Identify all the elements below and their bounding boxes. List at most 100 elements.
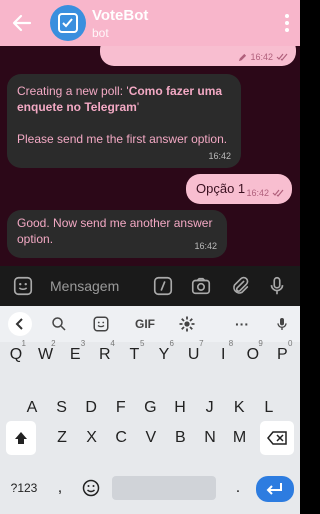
microphone-icon[interactable] [266, 275, 288, 297]
key-label: K [233, 399, 245, 416]
key-f[interactable]: F [107, 391, 135, 425]
emoji-sticker-icon[interactable] [92, 314, 110, 334]
space-bar[interactable] [112, 476, 216, 500]
message-time: 16:42 [246, 188, 269, 198]
double-check-icon [276, 53, 288, 61]
key-g[interactable]: G [136, 391, 164, 425]
key-t[interactable]: T5 [120, 338, 148, 372]
key-label: B [175, 429, 186, 446]
key-label: S [56, 399, 67, 416]
voice-input-icon[interactable] [274, 314, 290, 334]
key-label: D [85, 399, 97, 416]
key-label: A [26, 399, 38, 416]
key-label: F [115, 399, 126, 416]
key-d[interactable]: D [77, 391, 105, 425]
key-i[interactable]: I8 [209, 338, 237, 372]
key-u[interactable]: U7 [180, 338, 208, 372]
key-label: Q [9, 346, 23, 363]
gif-button[interactable]: GIF [132, 314, 158, 334]
shift-arrow-icon [15, 432, 27, 444]
key-e[interactable]: E3 [61, 338, 89, 372]
chat-subtitle: bot [92, 26, 109, 40]
key-label: C [115, 429, 127, 446]
key-r[interactable]: R4 [91, 338, 119, 372]
message-text: Good. Now send me another answer option. [17, 216, 213, 246]
smiley-icon [82, 479, 100, 497]
message-input-bar: Mensagem [0, 266, 300, 306]
period-key[interactable]: . [226, 471, 250, 505]
key-label: E [69, 346, 81, 363]
more-menu-icon[interactable] [284, 14, 290, 32]
key-q[interactable]: Q1 [2, 338, 30, 372]
key-hint: 4 [110, 339, 115, 348]
key-a[interactable]: A [18, 391, 46, 425]
key-label: H [174, 399, 186, 416]
chat-header: VoteBot bot [0, 0, 300, 46]
message-input[interactable]: Mensagem [50, 278, 119, 294]
backspace-key[interactable] [260, 421, 294, 455]
camera-icon[interactable] [190, 275, 212, 297]
key-x[interactable]: X [78, 421, 106, 455]
avatar[interactable] [50, 5, 86, 41]
key-label: G [144, 399, 157, 416]
enter-arrow-icon [266, 483, 282, 495]
keyboard-collapse-button[interactable] [8, 312, 32, 336]
key-label: W [38, 346, 54, 363]
key-h[interactable]: H [166, 391, 194, 425]
message-text: Opção 1 [196, 181, 246, 196]
symbols-key[interactable]: ?123 [6, 471, 42, 505]
search-icon[interactable] [50, 314, 68, 334]
key-label: X [86, 429, 97, 446]
attach-icon[interactable] [229, 275, 251, 297]
key-n[interactable]: N [196, 421, 224, 455]
comma-key[interactable]: , [48, 471, 72, 505]
key-s[interactable]: S [48, 391, 76, 425]
key-label: R [99, 346, 111, 363]
key-label: N [204, 429, 216, 446]
message-time: 16:42 [194, 241, 217, 251]
chat-title[interactable]: VoteBot [92, 7, 148, 24]
settings-gear-icon[interactable] [178, 314, 196, 334]
key-z[interactable]: Z [48, 421, 76, 455]
key-j[interactable]: J [196, 391, 224, 425]
commands-icon[interactable] [152, 275, 174, 297]
message-time: 16:42 [250, 52, 273, 62]
message-in-poll-created[interactable]: Creating a new poll: 'Como fazer uma enq… [7, 74, 241, 168]
sticker-icon[interactable] [12, 275, 34, 297]
key-v[interactable]: V [137, 421, 165, 455]
message-out-previous[interactable]: 16:42 [100, 46, 296, 66]
key-k[interactable]: K [225, 391, 253, 425]
key-hint: 6 [169, 339, 174, 348]
chat-area[interactable]: 16:42 Creating a new poll: 'Como fazer u… [0, 46, 300, 266]
key-w[interactable]: W2 [32, 338, 60, 372]
shift-key[interactable] [6, 421, 36, 455]
key-label: T [129, 346, 140, 363]
key-hint: 8 [228, 339, 234, 348]
key-c[interactable]: C [107, 421, 135, 455]
enter-key[interactable] [256, 476, 294, 502]
keyboard: Q1W2E3R4T5Y6U7I8O9P0 ASDFGHJKL ZXCVBNM ?… [0, 339, 300, 514]
key-label: J [205, 399, 214, 416]
key-hint: 2 [51, 339, 56, 348]
key-label: I [220, 346, 226, 363]
key-label: P [277, 346, 288, 363]
key-o[interactable]: O9 [239, 338, 267, 372]
key-label: Z [57, 429, 67, 446]
emoji-key[interactable] [78, 471, 104, 505]
key-label: L [264, 399, 274, 416]
key-p[interactable]: P0 [268, 338, 296, 372]
poll-suffix: ' [136, 100, 140, 114]
message-time: 16:42 [208, 151, 231, 161]
key-hint: 5 [139, 339, 145, 348]
message-in-next-option[interactable]: Good. Now send me another answer option.… [7, 210, 227, 258]
more-options-icon[interactable]: ··· [232, 314, 252, 334]
key-hint: 3 [80, 339, 86, 348]
key-l[interactable]: L [255, 391, 283, 425]
key-y[interactable]: Y6 [150, 338, 178, 372]
key-m[interactable]: M [226, 421, 254, 455]
key-label: V [145, 429, 157, 446]
key-hint: 7 [199, 339, 204, 348]
key-b[interactable]: B [166, 421, 194, 455]
message-out-option[interactable]: Opção 1 16:42 [186, 174, 292, 204]
back-arrow-icon[interactable] [10, 11, 34, 35]
